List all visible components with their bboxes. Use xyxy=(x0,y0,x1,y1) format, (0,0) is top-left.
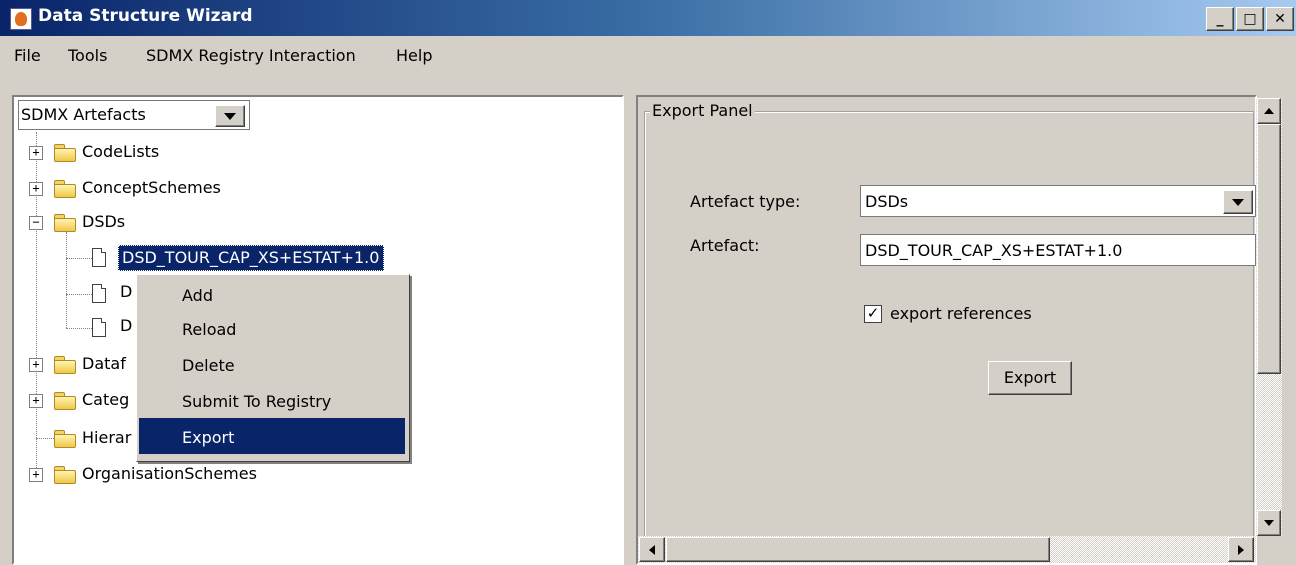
expand-icon[interactable]: + xyxy=(29,358,43,372)
folder-icon xyxy=(54,144,76,162)
vertical-scroll-thumb[interactable] xyxy=(1257,124,1281,374)
tree-node-conceptschemes[interactable]: ConceptSchemes xyxy=(82,178,221,197)
artefact-type-dropdown-button[interactable] xyxy=(1223,190,1253,214)
artefact-type-label: Artefact type: xyxy=(690,192,801,211)
context-menu-highlight xyxy=(139,418,405,454)
menu-help[interactable]: Help xyxy=(396,46,432,65)
tree-node-codelists[interactable]: CodeLists xyxy=(82,142,159,161)
tree-connector xyxy=(66,258,92,259)
folder-icon xyxy=(54,356,76,374)
artefact-input[interactable]: DSD_TOUR_CAP_XS+ESTAT+1.0 xyxy=(860,234,1256,266)
tree-node-categories[interactable]: Categ xyxy=(82,390,129,409)
artefact-category-combo[interactable]: SDMX Artefacts xyxy=(18,100,250,130)
context-menu-reload[interactable]: Reload xyxy=(182,320,236,339)
document-icon xyxy=(92,284,106,303)
scroll-right-icon[interactable] xyxy=(1228,537,1254,562)
artefact-value: DSD_TOUR_CAP_XS+ESTAT+1.0 xyxy=(865,241,1123,260)
window-edge xyxy=(1282,95,1296,565)
scroll-left-icon[interactable] xyxy=(639,537,665,562)
tree-connector xyxy=(36,438,56,439)
scroll-down-icon[interactable] xyxy=(1257,510,1281,536)
tree-connector xyxy=(66,294,92,295)
close-button[interactable]: ✕ xyxy=(1266,7,1294,31)
export-references-checkbox[interactable]: ✓ xyxy=(864,305,882,323)
artefact-type-value: DSDs xyxy=(865,192,909,211)
document-icon xyxy=(92,248,106,267)
tree-node-hierarchical[interactable]: Hierar xyxy=(82,428,131,447)
folder-icon xyxy=(54,392,76,410)
tree-connector xyxy=(66,232,67,328)
folder-open-icon xyxy=(54,214,76,232)
tree-node-dataflows[interactable]: Dataf xyxy=(82,354,126,373)
folder-icon xyxy=(54,466,76,484)
menu-file[interactable]: File xyxy=(14,46,41,65)
document-icon xyxy=(92,318,106,337)
artefact-type-select[interactable]: DSDs xyxy=(860,185,1256,217)
context-menu-export[interactable]: Export xyxy=(182,428,234,447)
tree-node-dsds[interactable]: DSDs xyxy=(82,212,125,231)
tree-node-dsd-2[interactable]: D xyxy=(120,282,132,301)
expand-icon[interactable]: + xyxy=(29,394,43,408)
expand-icon[interactable]: + xyxy=(29,182,43,196)
context-menu-add[interactable]: Add xyxy=(182,286,213,305)
context-menu-submit-to-registry[interactable]: Submit To Registry xyxy=(182,392,331,411)
folder-icon xyxy=(54,180,76,198)
menu-sdmx-registry-interaction[interactable]: SDMX Registry Interaction xyxy=(146,46,356,65)
tree-node-organisationschemes[interactable]: OrganisationSchemes xyxy=(82,464,257,483)
expand-icon[interactable]: + xyxy=(29,468,43,482)
export-references-label[interactable]: export references xyxy=(890,304,1032,323)
combo-value: SDMX Artefacts xyxy=(21,105,146,124)
tree-node-dsd-3[interactable]: D xyxy=(120,316,132,335)
window-title: Data Structure Wizard xyxy=(38,6,253,26)
collapse-icon[interactable]: − xyxy=(29,216,43,230)
expand-icon[interactable]: + xyxy=(29,146,43,160)
scroll-up-icon[interactable] xyxy=(1257,98,1281,124)
folder-icon xyxy=(54,430,76,448)
combo-dropdown-button[interactable] xyxy=(215,105,245,127)
java-app-icon xyxy=(10,8,32,30)
export-panel-title: Export Panel xyxy=(650,101,755,120)
tree-connector xyxy=(66,328,92,329)
artefact-label: Artefact: xyxy=(690,236,760,255)
minimize-button[interactable]: _ xyxy=(1206,7,1234,31)
tree-node-dsd-tour-cap[interactable]: DSD_TOUR_CAP_XS+ESTAT+1.0 xyxy=(122,248,379,267)
horizontal-scroll-thumb[interactable] xyxy=(666,537,1050,562)
context-menu-delete[interactable]: Delete xyxy=(182,356,235,375)
menu-tools[interactable]: Tools xyxy=(68,46,107,65)
export-button[interactable]: Export xyxy=(988,361,1072,395)
export-panel-group xyxy=(644,111,1254,551)
maximize-button[interactable]: □ xyxy=(1236,7,1264,31)
